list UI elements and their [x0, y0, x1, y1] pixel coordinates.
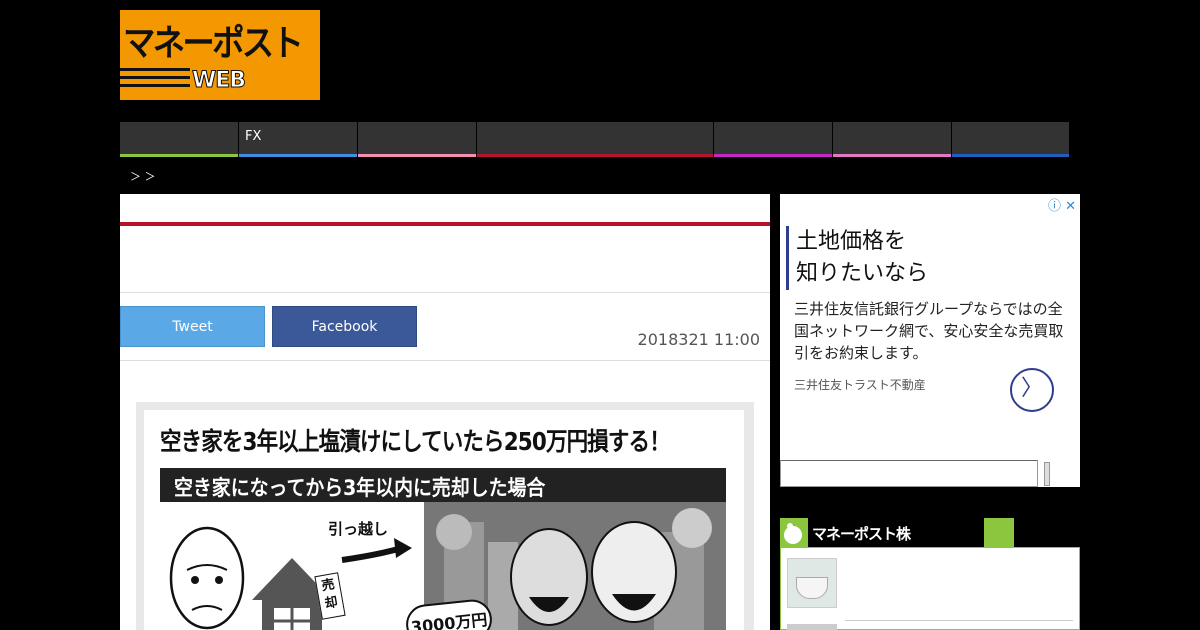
- nav-item-color-bar: [714, 154, 832, 157]
- widget-body: [780, 547, 1080, 630]
- facebook-button[interactable]: Facebook: [272, 306, 417, 347]
- article-date: 2018321 11:00: [637, 330, 760, 349]
- nav-item-1[interactable]: FX: [239, 122, 358, 157]
- article-thumbnail[interactable]: [787, 558, 837, 608]
- figure-band-text: 空き家になってから3年以内に売却した場合: [174, 476, 546, 500]
- article-figure: 空き家を3年以上塩漬けにしていたら250万円損する！ 空き家になってから3年以内…: [136, 402, 754, 630]
- nav-item-5[interactable]: [833, 122, 952, 157]
- divider: [845, 620, 1073, 621]
- main-nav: FX: [120, 122, 1072, 157]
- search-button[interactable]: [1044, 462, 1050, 486]
- tweet-button[interactable]: Tweet: [120, 306, 265, 347]
- ad-arrow-button[interactable]: 〉: [1010, 368, 1054, 412]
- stock-widget: マネーポスト株: [780, 518, 1080, 630]
- close-icon[interactable]: ✕: [1065, 199, 1076, 214]
- widget-title: マネーポスト株: [812, 525, 911, 543]
- figure-move-label: 引っ越し: [328, 520, 389, 538]
- nav-item-4[interactable]: [714, 122, 833, 157]
- logo-web-text: WEB: [191, 68, 246, 94]
- ad-controls: ⓘ ✕: [1048, 195, 1076, 214]
- nav-item-color-bar: [120, 154, 238, 157]
- site-logo[interactable]: マネーポスト WEB: [120, 10, 320, 100]
- article-main: Tweet Facebook 2018321 11:00 空き家を3年以上塩漬け…: [120, 194, 770, 630]
- figure-illustration: 空き家を3年以上塩漬けにしていたら250万円損する！ 空き家になってから3年以内…: [144, 410, 744, 630]
- divider: [120, 360, 770, 361]
- divider: [120, 292, 770, 293]
- category-accent-line: [120, 222, 770, 226]
- sidebar-ad[interactable]: ⓘ ✕ 土地価格を 知りたいなら 三井住友信託銀行グループならではの全国ネットワ…: [780, 194, 1080, 460]
- figure-band: 空き家になってから3年以内に売却した場合: [160, 468, 726, 502]
- breadcrumb: ＞ ＞: [130, 170, 156, 183]
- widget-tab[interactable]: [984, 518, 1014, 547]
- nav-item-color-bar: [477, 154, 713, 157]
- info-icon[interactable]: ⓘ: [1048, 199, 1061, 214]
- search-input[interactable]: [780, 460, 1038, 487]
- ad-sponsor: 三井住友トラスト不動産: [794, 378, 926, 392]
- nav-item-6[interactable]: [952, 122, 1070, 157]
- ad-title-line1: 土地価格を: [796, 229, 907, 254]
- nav-item-color-bar: [358, 154, 476, 157]
- nav-item-color-bar: [952, 154, 1069, 157]
- widget-header: マネーポスト株: [780, 518, 1080, 547]
- nav-item-color-bar: [833, 154, 951, 157]
- nav-item-3[interactable]: [477, 122, 714, 157]
- ad-title-line2: 知りたいなら: [796, 261, 929, 286]
- ad-body: 三井住友信託銀行グループならではの全国ネットワーク網で、安心安全な売買取引をお約…: [794, 300, 1064, 362]
- nav-item-0[interactable]: [120, 122, 239, 157]
- nav-item-2[interactable]: [358, 122, 477, 157]
- search-box: [780, 460, 1080, 487]
- nav-item-label: FX: [245, 129, 262, 144]
- figure-title: 空き家を3年以上塩漬けにしていたら250万円損する！: [160, 427, 671, 456]
- widget-logo-icon: [780, 518, 808, 547]
- article-thumbnail[interactable]: [787, 624, 837, 630]
- nav-item-color-bar: [239, 154, 357, 157]
- logo-text: マネーポスト: [123, 23, 304, 64]
- figure-amount-label: 3000万円: [404, 597, 494, 630]
- ad-title: 土地価格を 知りたいなら: [786, 226, 928, 290]
